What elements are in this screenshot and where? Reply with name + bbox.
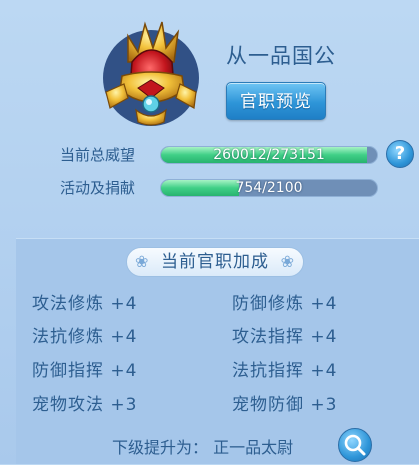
bonus-section-header: ❀ 当前官职加成 ❀ <box>126 247 304 277</box>
help-icon[interactable]: ? <box>386 140 414 168</box>
rank-helmet-icon <box>103 21 199 126</box>
prestige-progress-text: 260012/273151 <box>213 147 325 163</box>
bonus-item: 法抗指挥 +4 <box>232 361 338 381</box>
contribution-label: 活动及捐献 <box>60 179 136 197</box>
bonus-item: 法抗修炼 +4 <box>32 327 138 347</box>
bonus-item: 宠物防御 +3 <box>232 395 338 415</box>
bonus-item: 宠物攻法 +3 <box>32 395 138 415</box>
rank-preview-button[interactable]: 官职预览 <box>226 82 326 120</box>
next-rank-value: 正一品太尉 <box>213 438 294 457</box>
bonus-item: 防御修炼 +4 <box>232 294 338 314</box>
scroll-curl-right-icon: ❀ <box>280 252 295 271</box>
bonus-item: 攻法修炼 +4 <box>32 294 138 314</box>
rank-title: 从一品国公 <box>226 44 336 68</box>
search-button[interactable] <box>338 428 372 462</box>
bonus-item: 攻法指挥 +4 <box>232 327 338 347</box>
next-rank-label: 下级提升为： 正一品太尉 <box>112 434 293 458</box>
contribution-progress-text: 754/2100 <box>235 180 303 196</box>
prestige-label: 当前总威望 <box>60 146 136 164</box>
bonus-section-title: 当前官职加成 <box>161 252 269 272</box>
contribution-progress-bar: 754/2100 <box>160 179 378 197</box>
bonus-item: 防御指挥 +4 <box>32 361 138 381</box>
scroll-curl-left-icon: ❀ <box>135 252 150 271</box>
next-rank-prefix: 下级提升为： <box>112 438 209 457</box>
magnifier-icon <box>344 434 366 456</box>
prestige-progress-bar: 260012/273151 <box>160 146 378 164</box>
